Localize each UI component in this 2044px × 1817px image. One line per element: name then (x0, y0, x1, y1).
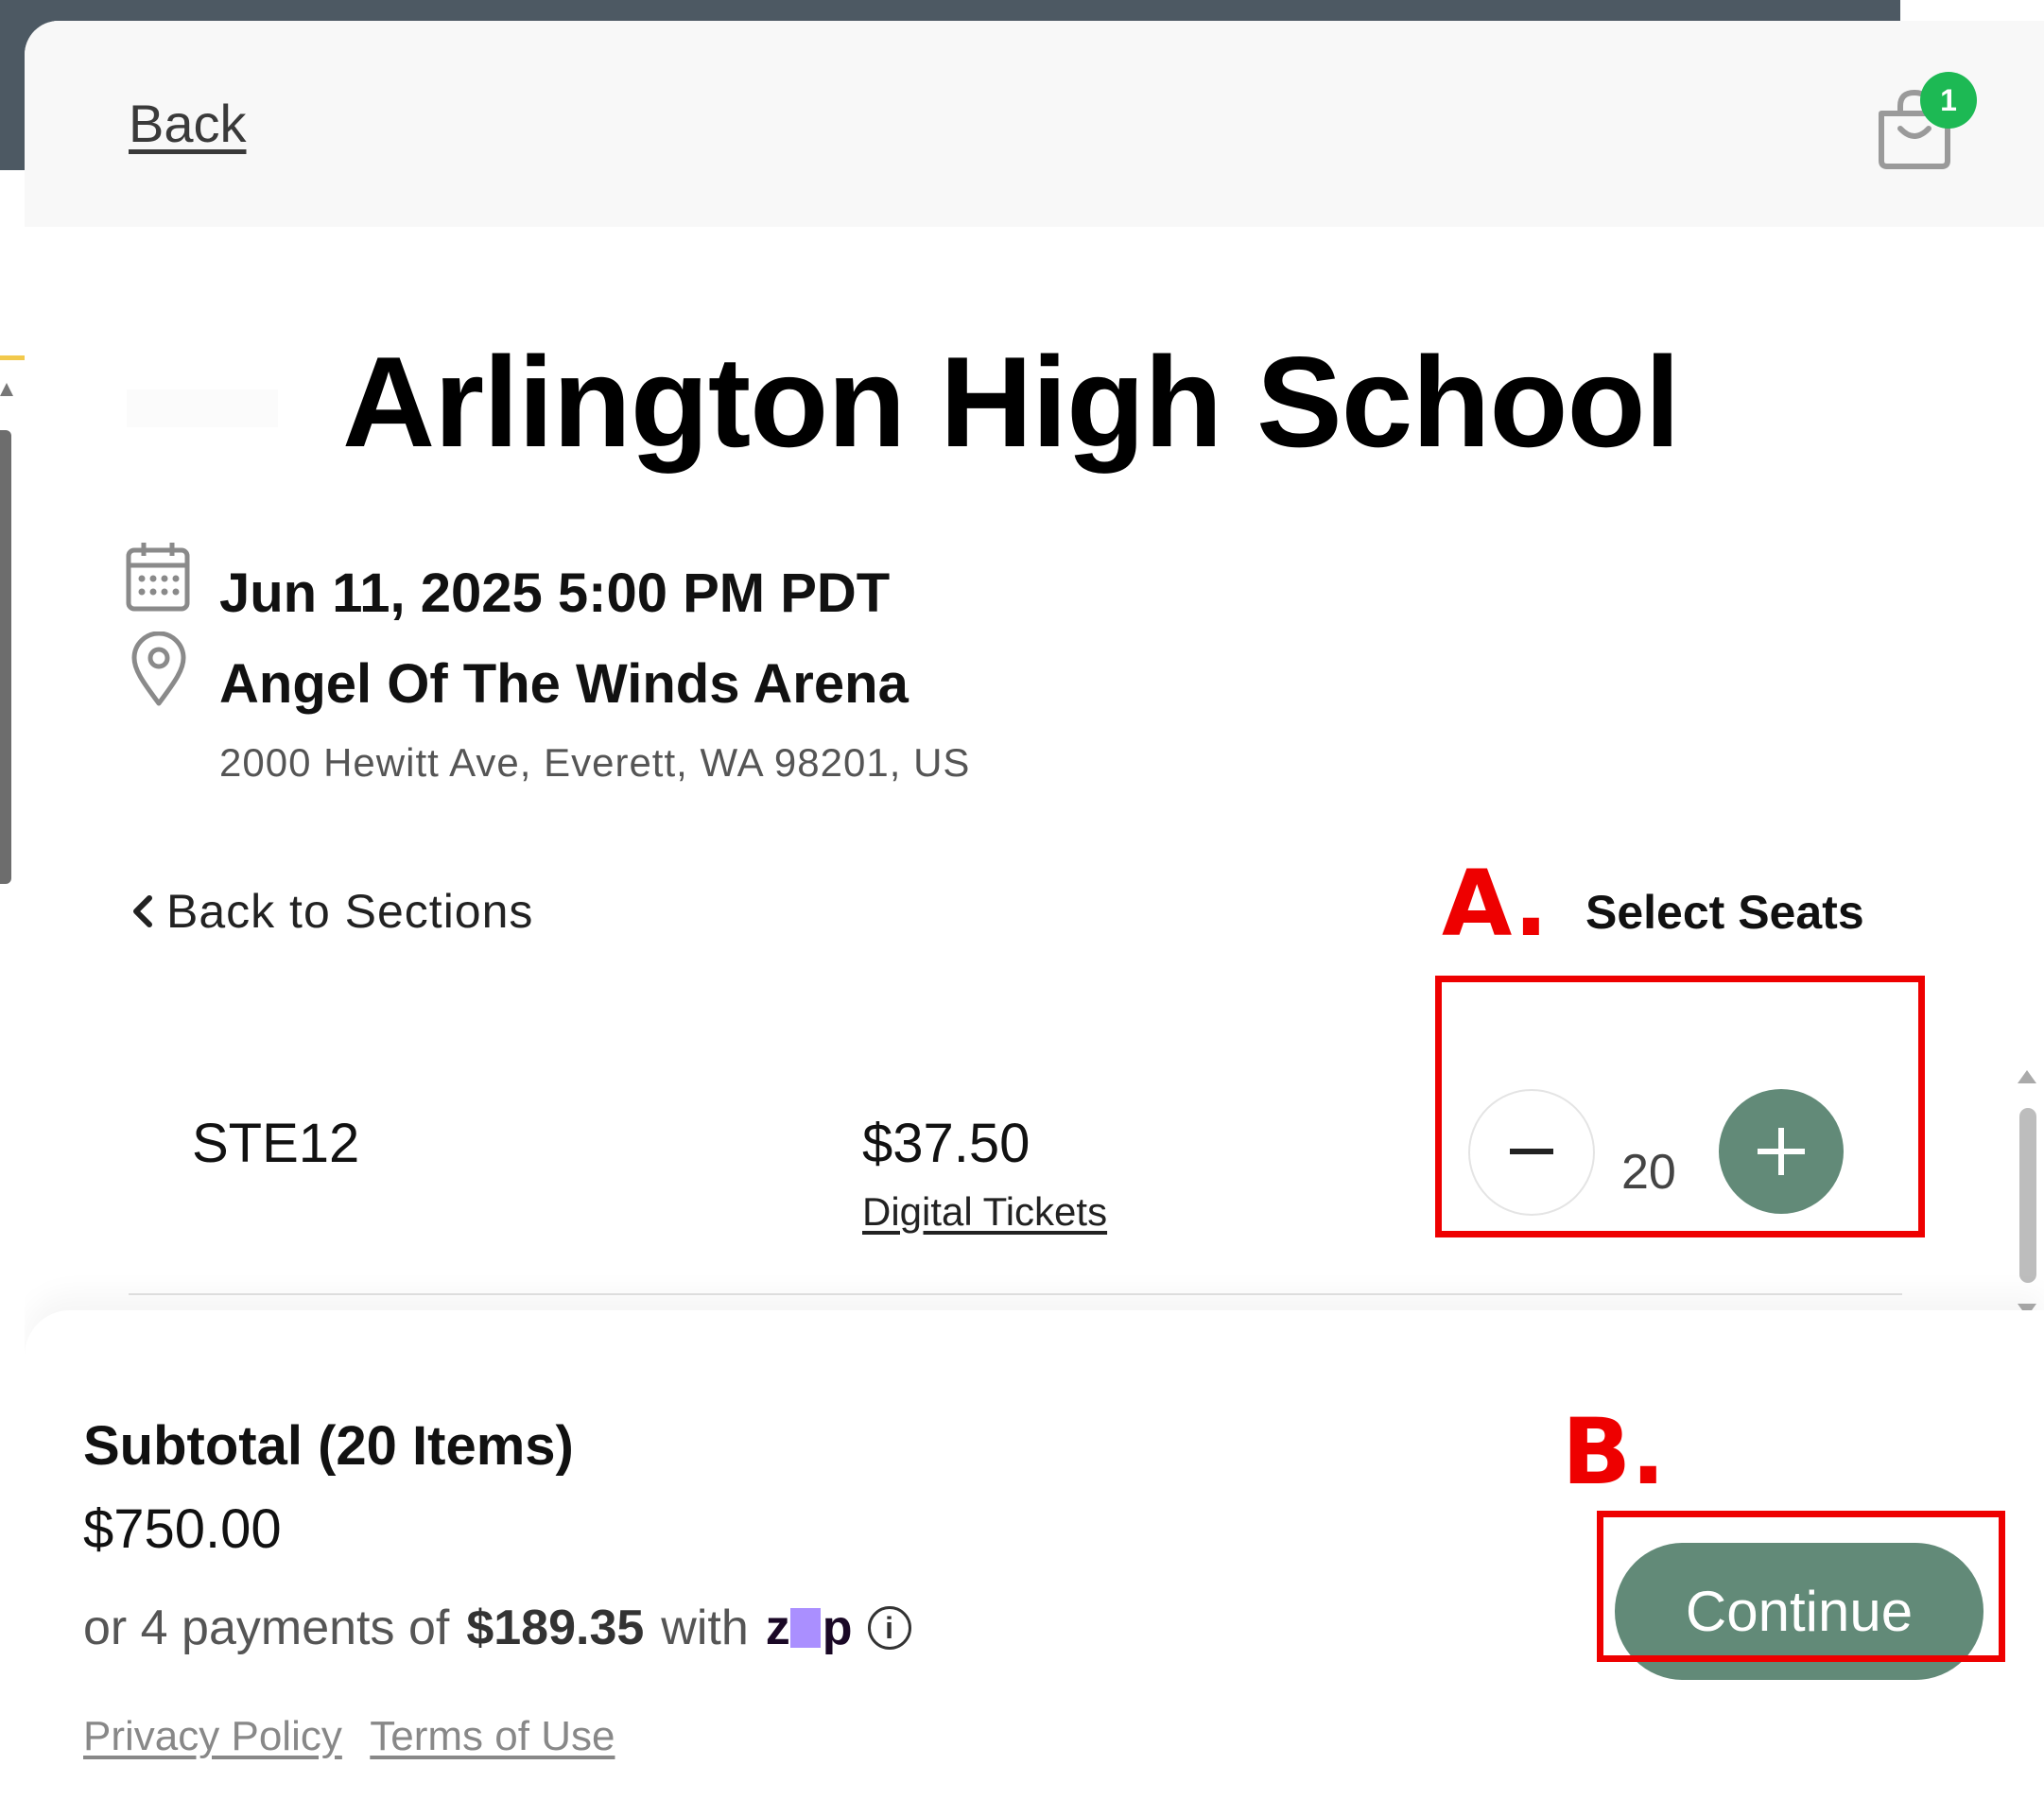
annotation-label-a: A. (1442, 851, 1549, 957)
installment-with: with (661, 1601, 749, 1655)
privacy-policy-link[interactable]: Privacy Policy (83, 1713, 342, 1759)
back-to-sections-label: Back to Sections (166, 885, 534, 938)
scroll-up-icon[interactable] (2018, 1070, 2036, 1083)
background-page-strip (0, 170, 25, 1817)
event-title: Arlington High School (342, 330, 1680, 474)
background-accent-line (0, 355, 25, 360)
ticket-price: $37.50 (862, 1113, 1031, 1174)
policy-links: Privacy Policy Terms of Use (83, 1713, 632, 1760)
chevron-left-icon (133, 895, 152, 927)
event-venue: Angel Of The Winds Arena (219, 653, 909, 715)
installment-amount: $189.35 (466, 1601, 645, 1655)
installment-prefix: or 4 payments of (83, 1601, 450, 1655)
background-page-strip-right (1900, 0, 2044, 21)
installment-info: or 4 payments of $189.35 with zp i (83, 1600, 911, 1656)
row-divider (129, 1293, 1902, 1295)
event-date: Jun 11, 2025 5:00 PM PDT (219, 562, 891, 624)
back-to-sections-link[interactable]: Back to Sections (130, 884, 533, 939)
back-link[interactable]: Back (129, 93, 247, 154)
event-address: 2000 Hewitt Ave, Everett, WA 98201, US (219, 740, 971, 785)
ticket-section-name: STE12 (192, 1113, 360, 1174)
terms-of-use-link[interactable]: Terms of Use (370, 1713, 615, 1759)
select-seats-heading: Select Seats (1585, 886, 1864, 939)
background-scrollbar (0, 430, 11, 884)
annotation-box-a (1435, 976, 1925, 1237)
location-pin-icon (129, 631, 195, 706)
event-logo (127, 389, 278, 427)
subtotal-label: Subtotal (20 Items) (83, 1415, 574, 1477)
info-icon[interactable]: i (867, 1606, 911, 1650)
zip-logo: zp (765, 1601, 853, 1655)
digital-tickets-link[interactable]: Digital Tickets (862, 1189, 1107, 1235)
background-scroll-up-icon (0, 383, 13, 396)
annotation-label-b: B. (1562, 1399, 1666, 1505)
modal-header: Back 1 (25, 21, 2044, 227)
annotation-box-b (1597, 1511, 2005, 1662)
calendar-icon (125, 541, 191, 612)
scrollbar-thumb[interactable] (2019, 1108, 2036, 1283)
cart-count-badge: 1 (1920, 72, 1977, 129)
subtotal-value: $750.00 (83, 1498, 282, 1560)
